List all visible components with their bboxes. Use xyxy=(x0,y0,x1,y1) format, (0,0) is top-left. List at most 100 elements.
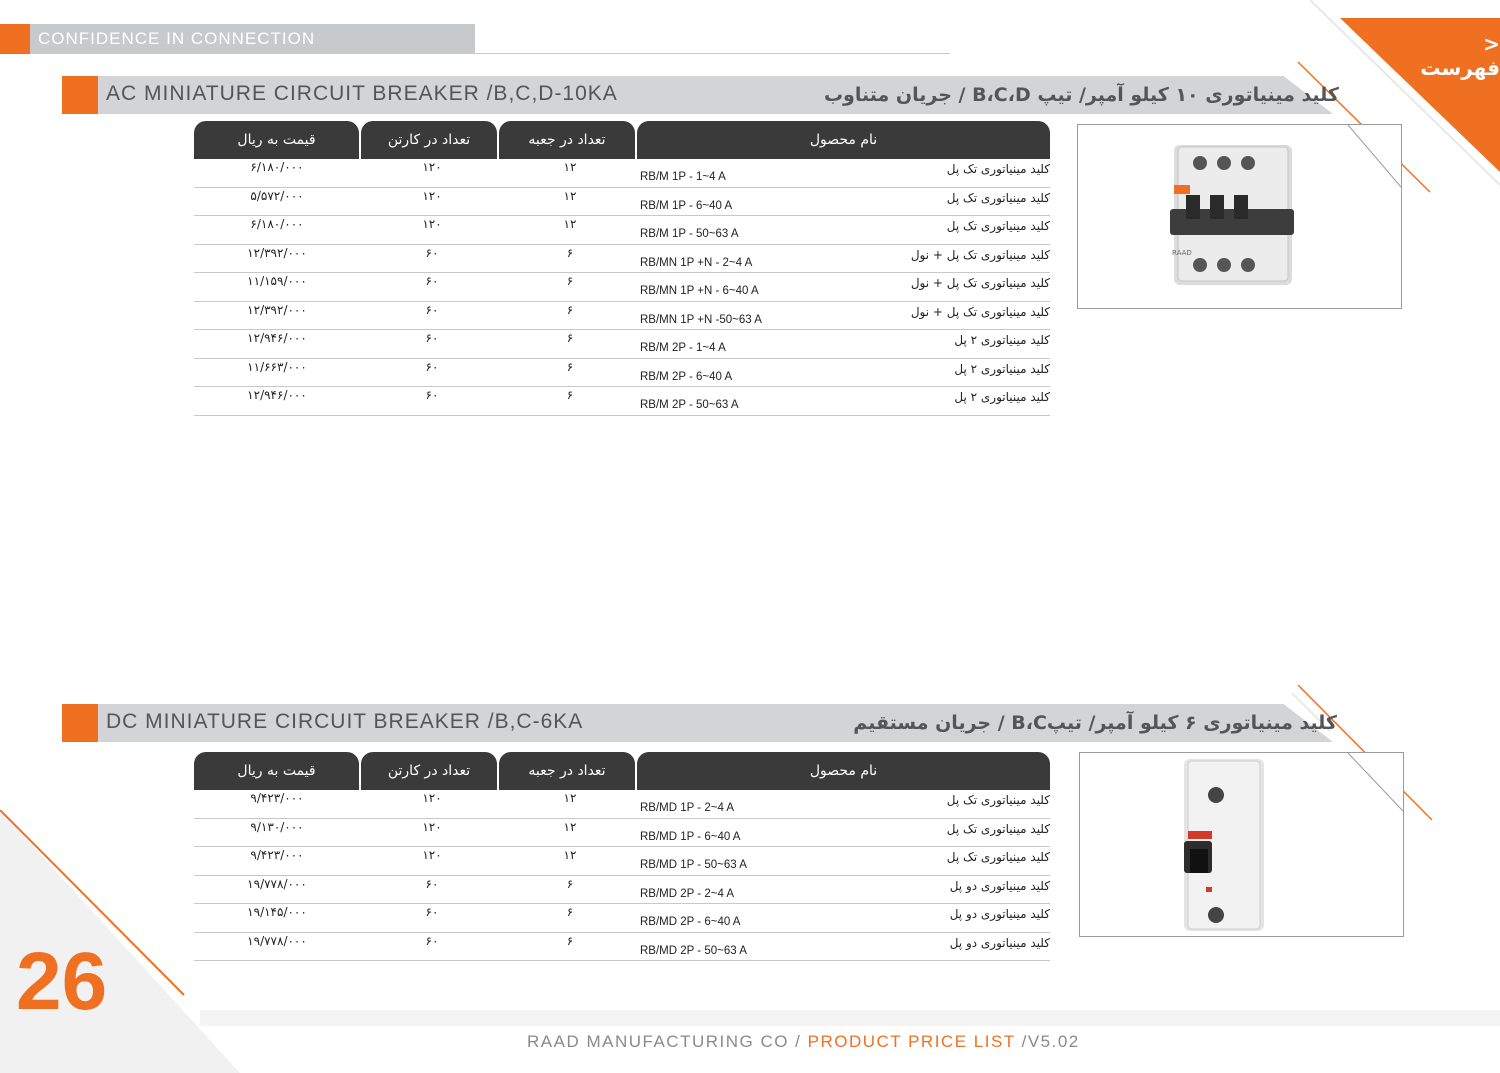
carton-qty-cell: ۶۰ xyxy=(425,876,439,891)
table-row: ۱۲/۹۴۶/۰۰۰ ۶۰ ۶ RB/M 2P - 50~63 A کلید مینیا… xyxy=(194,387,1050,416)
column-header-price: قیمت به ریال xyxy=(194,752,359,790)
carton-qty-cell: ۶۰ xyxy=(425,274,439,288)
price-cell: ۵/۵۷۲/۰۰۰ xyxy=(250,188,304,203)
dc-title-en: DC MINIATURE CIRCUIT BREAKER /B,C-6KA xyxy=(106,710,584,733)
model-code-cell: RB/MD 2P - 6~40 A xyxy=(640,916,741,928)
table-row: ۱۹/۱۴۵/۰۰۰ ۶۰ ۶ RB/MD 2P - 6~40 A کلید مینیا… xyxy=(194,904,1050,933)
column-header-price: قیمت به ریال xyxy=(194,121,359,159)
product-name-cell: کلید مینیاتوری دو پل xyxy=(949,878,1050,893)
price-cell: ۱۱/۱۵۹/۰۰۰ xyxy=(247,274,307,288)
svg-text:RAAD: RAAD xyxy=(1172,249,1192,257)
model-code-cell: RB/MD 2P - 50~63 A xyxy=(640,944,747,957)
carton-qty-cell: ۶۰ xyxy=(425,905,439,919)
box-qty-cell: ۶ xyxy=(566,245,574,260)
carton-qty-cell: ۶۰ xyxy=(425,388,439,402)
price-cell: ۱۲/۹۴۶/۰۰۰ xyxy=(247,331,307,345)
model-code-cell: RB/M 1P - 1~4 A xyxy=(640,171,726,183)
footer-stripe xyxy=(200,1010,1500,1026)
product-name-cell: کلید مینیاتوری تک پل xyxy=(946,162,1050,176)
table-body: ۶/۱۸۰/۰۰۰ ۱۲۰ ۱۲ RB/M 1P - 1~4 A کلید مینیات… xyxy=(194,159,1050,416)
model-code-cell: RB/MN 1P +N -50~63 A xyxy=(640,313,762,326)
product-name-cell: کلید مینیاتوری تک پل + نول xyxy=(910,304,1050,319)
price-cell: ۹/۴۲۳/۰۰۰ xyxy=(250,791,304,805)
table-row: ۹/۴۲۳/۰۰۰ ۱۲۰ ۱۲ RB/MD 1P - 50~63 A کلید مین… xyxy=(194,847,1050,876)
table-header: قیمت به ریال تعداد در کارتن تعداد در جعب… xyxy=(194,752,1050,790)
carton-qty-cell: ۶۰ xyxy=(425,245,439,260)
model-code-cell: RB/MD 2P - 2~4 A xyxy=(640,887,735,900)
carton-qty-cell: ۱۲۰ xyxy=(422,188,442,203)
banner-accent xyxy=(62,704,98,742)
table-row: ۱۲/۳۹۲/۰۰۰ ۶۰ ۶ RB/MN 1P +N - 2~4 A کلید مین… xyxy=(194,245,1050,273)
product-name-cell: کلید مینیاتوری تک پل + نول xyxy=(910,276,1050,290)
table-row: ۱۱/۱۵۹/۰۰۰ ۶۰ ۶ RB/MN 1P +N - 6~40 A کلید می… xyxy=(194,273,1050,302)
footer-text: RAAD MANUFACTURING CO / PRODUCT PRICE LI… xyxy=(527,1032,1080,1052)
box-qty-cell: ۶ xyxy=(566,876,574,891)
box-qty-cell: ۶ xyxy=(566,905,574,919)
box-qty-cell: ۱۲ xyxy=(563,819,577,834)
price-cell: ۱۲/۳۹۲/۰۰۰ xyxy=(247,302,307,317)
box-qty-cell: ۶ xyxy=(566,331,574,345)
box-qty-cell: ۶ xyxy=(566,359,574,374)
table-row: ۱۹/۷۷۸/۰۰۰ ۶۰ ۶ RB/MD 2P - 50~63 A کلید مینی… xyxy=(194,933,1050,961)
carton-qty-cell: ۶۰ xyxy=(425,331,439,345)
table-row: ۱۹/۷۷۸/۰۰۰ ۶۰ ۶ RB/MD 2P - 2~4 A کلید مینیات… xyxy=(194,876,1050,904)
carton-qty-cell: ۶۰ xyxy=(425,359,439,374)
table-row: ۶/۱۸۰/۰۰۰ ۱۲۰ ۱۲ RB/M 1P - 50~63 A کلید مینی… xyxy=(194,216,1050,245)
model-code-cell: RB/MD 1P - 2~4 A xyxy=(640,802,735,814)
table-row: ۱۲/۳۹۲/۰۰۰ ۶۰ ۶ RB/MN 1P +N -50~63 A کلید می… xyxy=(194,302,1050,330)
page-number: 26 xyxy=(16,936,108,1027)
box-qty-cell: ۱۲ xyxy=(563,217,577,231)
box-qty-cell: ۶ xyxy=(566,388,574,402)
box-qty-cell: ۱۲ xyxy=(563,791,577,805)
product-name-cell: کلید مینیاتوری تک پل xyxy=(946,850,1050,864)
ac-title-en: AC MINIATURE CIRCUIT BREAKER /B,C,D-10KA xyxy=(106,82,618,105)
model-code-cell: RB/MD 1P - 6~40 A xyxy=(640,830,741,843)
ac-product-image: RAAD xyxy=(1077,124,1402,309)
carton-qty-cell: ۱۲۰ xyxy=(422,160,442,174)
price-cell: ۱۱/۶۶۳/۰۰۰ xyxy=(247,359,307,374)
box-qty-cell: ۶ xyxy=(566,302,574,317)
box-qty-cell: ۱۲ xyxy=(563,848,577,862)
footer-company: RAAD MANUFACTURING CO / xyxy=(527,1032,808,1051)
footer-doc-title: PRODUCT PRICE LIST xyxy=(807,1032,1016,1051)
product-name-cell: کلید مینیاتوری ۲ پل xyxy=(954,361,1050,376)
carton-qty-cell: ۶۰ xyxy=(425,302,439,317)
table-row: ۵/۵۷۲/۰۰۰ ۱۲۰ ۱۲ RB/M 1P - 6~40 A کلید مینیا… xyxy=(194,188,1050,216)
table-row: ۱۱/۶۶۳/۰۰۰ ۶۰ ۶ RB/M 2P - 6~40 A کلید مینیات… xyxy=(194,359,1050,387)
price-cell: ۱۲/۳۹۲/۰۰۰ xyxy=(247,245,307,260)
carton-qty-cell: ۱۲۰ xyxy=(422,791,442,805)
index-link[interactable]: < فهرست xyxy=(1400,32,1500,80)
table-row: ۶/۱۸۰/۰۰۰ ۱۲۰ ۱۲ RB/M 1P - 1~4 A کلید مینیات… xyxy=(194,159,1050,188)
model-code-cell: RB/M 1P - 6~40 A xyxy=(640,199,733,212)
banner-accent xyxy=(62,76,98,114)
footer-version: /V5.02 xyxy=(1015,1032,1080,1051)
ac-breaker-3pole-icon: RAAD xyxy=(1170,124,1402,285)
dc-product-image xyxy=(1079,752,1404,937)
table-body: ۹/۴۲۳/۰۰۰ ۱۲۰ ۱۲ RB/MD 1P - 2~4 A کلید مینیا… xyxy=(194,790,1050,961)
product-name-cell: کلید مینیاتوری تک پل xyxy=(946,821,1050,836)
product-name-cell: کلید مینیاتوری ۲ پل xyxy=(954,390,1050,404)
carton-qty-cell: ۶۰ xyxy=(425,933,439,948)
header-tagline: CONFIDENCE IN CONNECTION xyxy=(38,29,316,48)
product-name-cell: کلید مینیاتوری تک پل xyxy=(946,219,1050,233)
box-qty-cell: ۶ xyxy=(566,933,574,948)
table-row: ۱۲/۹۴۶/۰۰۰ ۶۰ ۶ RB/M 2P - 1~4 A کلید مینیاتو… xyxy=(194,330,1050,359)
product-name-cell: کلید مینیاتوری تک پل xyxy=(946,793,1050,807)
column-header-name: نام محصول xyxy=(637,752,1050,790)
price-cell: ۶/۱۸۰/۰۰۰ xyxy=(250,160,304,174)
model-code-cell: RB/M 2P - 50~63 A xyxy=(640,399,739,411)
product-name-cell: کلید مینیاتوری دو پل xyxy=(949,935,1050,950)
ac-section-banner: AC MINIATURE CIRCUIT BREAKER /B,C,D-10KA… xyxy=(62,76,1339,114)
header-accent-block xyxy=(0,24,30,54)
column-header-name: نام محصول xyxy=(637,121,1050,159)
dc-breaker-1pole-icon xyxy=(1184,752,1404,931)
table-header: قیمت به ریال تعداد در کارتن تعداد در جعب… xyxy=(194,121,1050,159)
model-code-cell: RB/MD 1P - 50~63 A xyxy=(640,859,747,871)
model-code-cell: RB/M 2P - 1~4 A xyxy=(640,342,726,354)
column-header-carton: تعداد در کارتن xyxy=(361,752,497,790)
price-cell: ۶/۱۸۰/۰۰۰ xyxy=(250,217,304,231)
carton-qty-cell: ۱۲۰ xyxy=(422,819,442,834)
dc-title-fa: کلید مینیاتوری ۶ کیلو آمپر/ تیپB،C / جری… xyxy=(853,712,1337,734)
model-code-cell: RB/MN 1P +N - 6~40 A xyxy=(640,285,759,297)
product-name-cell: کلید مینیاتوری ۲ پل xyxy=(954,333,1050,347)
